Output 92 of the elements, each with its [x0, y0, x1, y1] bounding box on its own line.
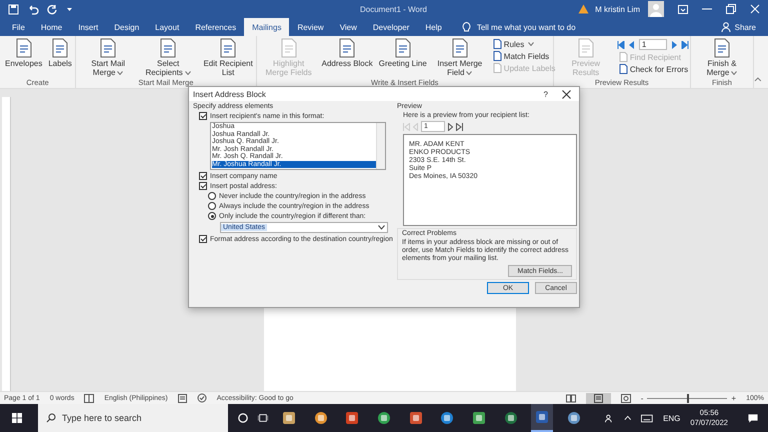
last-record-icon[interactable]: [456, 122, 463, 130]
ribbon-tab[interactable]: File: [4, 18, 33, 36]
task-view-icon[interactable]: [258, 412, 268, 424]
app-icon: [345, 411, 360, 425]
taskbar-app-button[interactable]: [531, 404, 554, 432]
redo-icon[interactable]: [47, 4, 58, 14]
ribbon-tab[interactable]: References: [187, 18, 244, 36]
people-icon[interactable]: [604, 412, 614, 424]
app-icon: [535, 410, 550, 424]
keyboard-icon[interactable]: [641, 414, 654, 422]
app-icon: [314, 411, 328, 425]
undo-icon[interactable]: [27, 4, 39, 14]
ribbon-command[interactable]: Insert Merge Field: [430, 38, 489, 78]
cortana-icon[interactable]: [238, 412, 248, 424]
radio-button[interactable]: [208, 212, 216, 220]
zoom-slider-thumb[interactable]: [687, 394, 690, 402]
zoom-in-button[interactable]: +: [731, 394, 736, 402]
ribbon-command[interactable]: Rules: [490, 38, 558, 50]
notification-icon[interactable]: [748, 412, 758, 424]
ribbon-command[interactable]: Start Mail Merge: [79, 38, 138, 78]
share-button[interactable]: Share: [734, 22, 756, 32]
print-layout-icon: [594, 394, 603, 402]
app-icon: [440, 411, 454, 425]
user-name[interactable]: M kristin Lim: [595, 4, 640, 14]
dialog-title: Insert Address Block: [193, 90, 266, 98]
dropdown-caret-icon: [117, 70, 124, 75]
macro-icon[interactable]: [178, 394, 187, 402]
next-record-icon[interactable]: [670, 40, 677, 48]
search-icon: [46, 413, 56, 423]
accessibility-icon[interactable]: [196, 393, 207, 403]
ribbon-command[interactable]: Match Fields: [490, 50, 558, 62]
customize-caret-icon[interactable]: [66, 6, 73, 12]
ribbon-command[interactable]: Greeting Line: [376, 38, 429, 78]
person-icon: [720, 22, 731, 32]
help-button[interactable]: ?: [544, 90, 548, 98]
ribbon-command[interactable]: Envelopes: [3, 38, 44, 78]
ribbon-tab[interactable]: Home: [32, 18, 70, 36]
ribbon-command[interactable]: Select Recipients: [139, 38, 198, 78]
ribbon-command[interactable]: Labels: [46, 38, 74, 78]
first-record-icon[interactable]: [616, 40, 625, 48]
proofing-icon[interactable]: [84, 394, 94, 402]
ribbon-tab[interactable]: Help: [417, 18, 450, 36]
input-language[interactable]: ENG: [663, 414, 680, 422]
app-icon: [566, 411, 581, 425]
taskbar-search-field[interactable]: Type here to search: [38, 404, 228, 432]
previous-record-icon[interactable]: [628, 40, 635, 48]
ribbon-command[interactable]: Address Block: [320, 38, 375, 78]
print-layout-button[interactable]: [586, 392, 611, 404]
dropdown-caret-icon: [378, 225, 385, 230]
checkbox[interactable]: [199, 182, 207, 190]
app-icon: [376, 411, 391, 425]
dropdown-caret-icon: [528, 42, 534, 46]
ribbon-tab[interactable]: Design: [106, 18, 148, 36]
scrollbar[interactable]: [376, 123, 385, 169]
radio-button[interactable]: [208, 192, 216, 200]
windows-start-icon[interactable]: [12, 412, 22, 424]
ribbon-tab[interactable]: Review: [289, 18, 332, 36]
ribbon-tab[interactable]: Mailings: [244, 18, 290, 36]
dropdown-caret-icon: [466, 70, 472, 75]
ribbon-tab[interactable]: Layout: [147, 18, 188, 36]
app-icon: [282, 411, 296, 425]
tell-me-field[interactable]: Tell me what you want to do: [476, 22, 576, 32]
checkbox[interactable]: [199, 172, 207, 180]
ribbon-tab[interactable]: View: [332, 18, 365, 36]
ribbon-command[interactable]: Check for Errors: [616, 63, 690, 75]
app-icon: [504, 411, 518, 425]
collapse-ribbon-icon[interactable]: [754, 76, 762, 82]
ribbon-command[interactable]: Edit Recipient List: [199, 38, 258, 78]
restore-icon[interactable]: [726, 4, 736, 14]
dropdown-caret-icon: [184, 70, 191, 75]
app-icon: [408, 411, 423, 425]
ribbon-tab[interactable]: Developer: [364, 18, 418, 36]
last-record-icon[interactable]: [680, 40, 689, 48]
record-field[interactable]: 1: [638, 39, 667, 50]
checkbox[interactable]: [199, 235, 207, 243]
lightbulb-icon: [462, 22, 471, 32]
radio-button[interactable]: [208, 202, 216, 210]
save-icon[interactable]: [8, 4, 19, 14]
warning-icon: [578, 4, 590, 14]
dropdown-caret-icon: [731, 70, 738, 75]
window-title: Document1 - Word: [360, 4, 427, 14]
next-record-icon[interactable]: [448, 122, 453, 130]
app-icon: [472, 411, 486, 425]
zoom-out-button[interactable]: -: [640, 394, 644, 402]
ribbon-command[interactable]: Finish & Merge: [694, 38, 750, 78]
ribbon-tab[interactable]: Insert: [70, 18, 106, 36]
web-layout-icon[interactable]: [620, 394, 631, 402]
ribbon-display-icon[interactable]: [678, 4, 688, 14]
tray-caret-icon[interactable]: [624, 415, 632, 421]
close-icon[interactable]: [562, 90, 571, 98]
checkbox[interactable]: [199, 112, 207, 120]
read-mode-icon[interactable]: [566, 394, 576, 402]
